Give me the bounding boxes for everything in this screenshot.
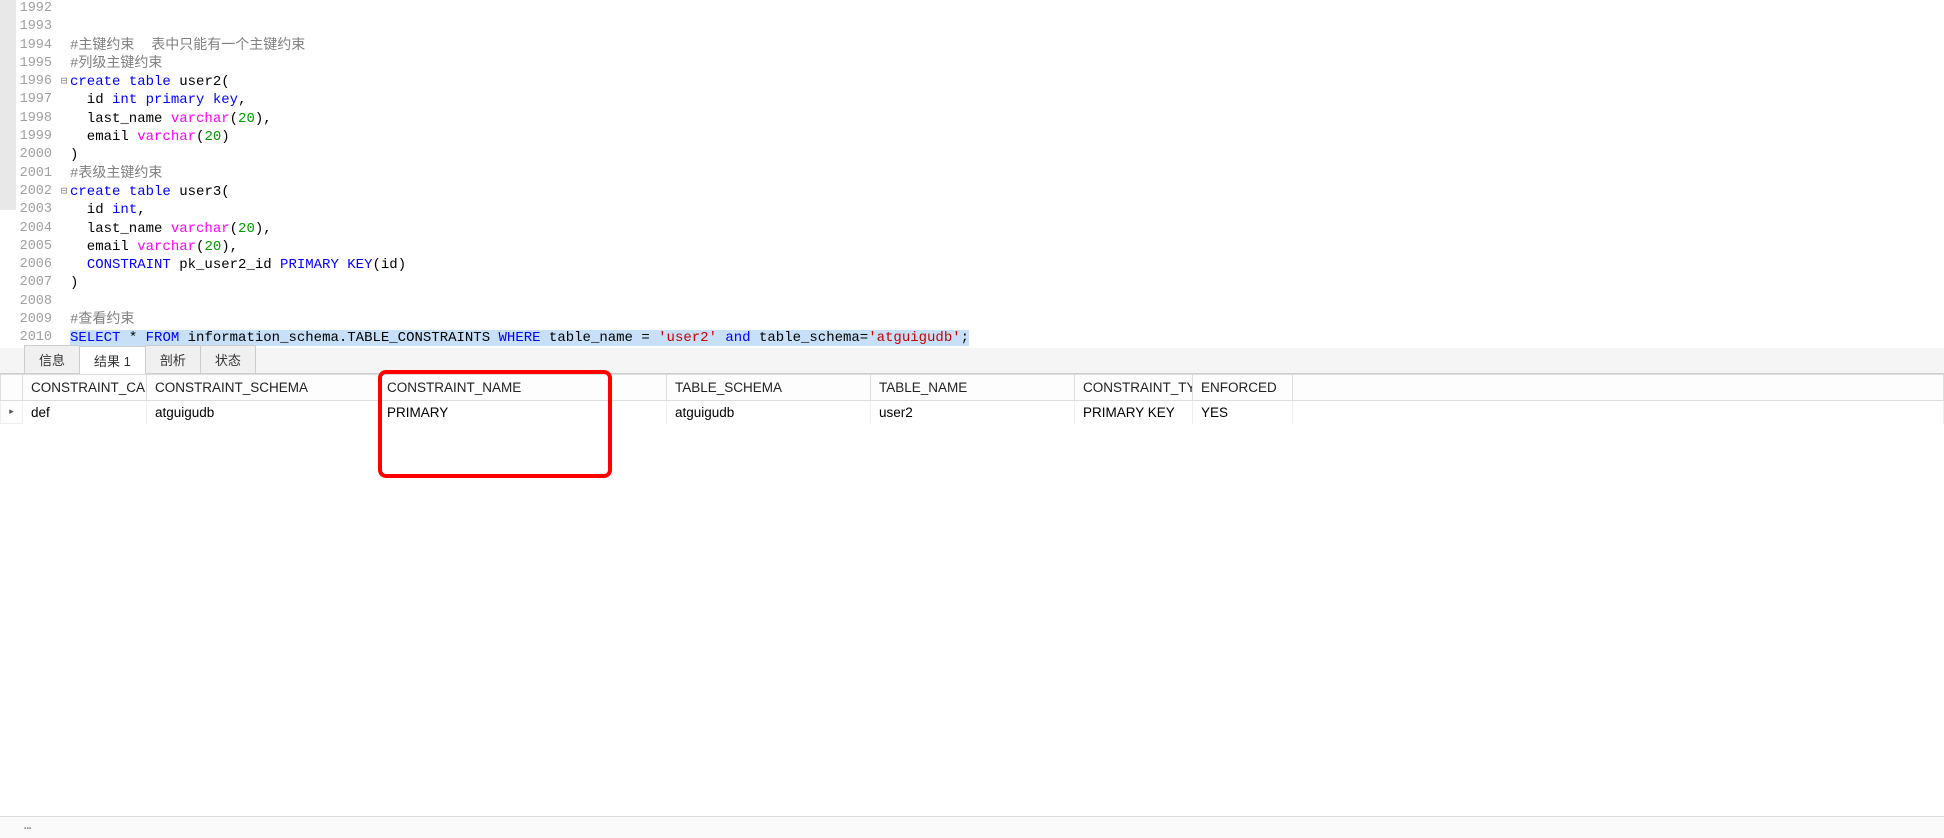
results-table[interactable]: CONSTRAINT_CACONSTRAINT_SCHEMACONSTRAINT… — [0, 374, 1944, 425]
fold-marker — [58, 0, 70, 18]
code-line[interactable]: create table user2( — [70, 73, 1944, 91]
column-header[interactable]: CONSTRAINT_CA — [23, 374, 147, 400]
table-row[interactable]: ▸defatguigudbPRIMARYatguigudbuser2PRIMAR… — [1, 400, 1944, 424]
fold-marker — [58, 165, 70, 183]
cell[interactable]: PRIMARY KEY — [1075, 400, 1193, 424]
fold-marker — [58, 128, 70, 146]
code-content[interactable]: #主键约束 表中只能有一个主键约束#列级主键约束create table use… — [70, 0, 1944, 348]
code-line[interactable]: #列级主键约束 — [70, 55, 1944, 73]
fold-marker — [58, 201, 70, 219]
code-editor[interactable]: 1992199319941995199619971998199920002001… — [0, 0, 1944, 348]
code-line[interactable]: last_name varchar(20), — [70, 220, 1944, 238]
fold-marker — [58, 18, 70, 36]
tab-信息[interactable]: 信息 — [24, 345, 80, 373]
status-bar: ⋯ — [0, 816, 1944, 838]
tab-结果 1[interactable]: 结果 1 — [79, 346, 146, 374]
column-header[interactable]: CONSTRAINT_TY — [1075, 374, 1193, 400]
code-line[interactable] — [70, 293, 1944, 311]
code-line[interactable]: id int, — [70, 201, 1944, 219]
code-line[interactable]: last_name varchar(20), — [70, 110, 1944, 128]
results-tabs: 信息结果 1剖析状态 — [0, 348, 1944, 374]
fold-marker — [58, 274, 70, 292]
line-number: 2005 — [0, 238, 52, 256]
results-panel: CONSTRAINT_CACONSTRAINT_SCHEMACONSTRAINT… — [0, 374, 1944, 425]
code-line[interactable]: SELECT * FROM information_schema.TABLE_C… — [70, 329, 1944, 347]
code-line[interactable]: create table user3( — [70, 183, 1944, 201]
tab-状态[interactable]: 状态 — [200, 345, 256, 373]
code-line[interactable]: id int primary key, — [70, 91, 1944, 109]
fold-marker — [58, 311, 70, 329]
cell[interactable]: user2 — [871, 400, 1075, 424]
code-line[interactable] — [70, 18, 1944, 36]
cell[interactable]: atguigudb — [147, 400, 379, 424]
line-number: 2004 — [0, 220, 52, 238]
fold-marker — [58, 256, 70, 274]
fold-marker — [58, 55, 70, 73]
column-header[interactable]: TABLE_NAME — [871, 374, 1075, 400]
fold-marker — [58, 238, 70, 256]
code-line[interactable]: ) — [70, 274, 1944, 292]
line-number: 2006 — [0, 256, 52, 274]
fold-marker — [58, 220, 70, 238]
line-number: 2007 — [0, 274, 52, 292]
column-header[interactable]: CONSTRAINT_NAME — [379, 374, 667, 400]
fold-marker[interactable]: ⊟ — [58, 183, 70, 201]
fold-marker — [58, 110, 70, 128]
column-header[interactable]: TABLE_SCHEMA — [667, 374, 871, 400]
code-line[interactable]: email varchar(20) — [70, 128, 1944, 146]
code-line[interactable]: #主键约束 表中只能有一个主键约束 — [70, 37, 1944, 55]
cell[interactable]: def — [23, 400, 147, 424]
code-line[interactable] — [70, 0, 1944, 18]
fold-marker[interactable]: ⊟ — [58, 73, 70, 91]
line-number: 2008 — [0, 293, 52, 311]
code-line[interactable]: #表级主键约束 — [70, 165, 1944, 183]
code-line[interactable]: email varchar(20), — [70, 238, 1944, 256]
column-header[interactable]: CONSTRAINT_SCHEMA — [147, 374, 379, 400]
fold-marker — [58, 146, 70, 164]
code-line[interactable]: #查看约束 — [70, 311, 1944, 329]
fold-marker — [58, 37, 70, 55]
fold-marker — [58, 293, 70, 311]
cell[interactable]: YES — [1193, 400, 1293, 424]
fold-marker — [58, 91, 70, 109]
column-header[interactable]: ENFORCED — [1193, 374, 1293, 400]
editor-margin-strip — [0, 0, 16, 210]
fold-gutter[interactable]: ⊟⊟ — [58, 0, 70, 348]
status-icon: ⋯ — [24, 821, 38, 835]
row-marker: ▸ — [1, 400, 23, 424]
code-line[interactable]: ) — [70, 146, 1944, 164]
tab-剖析[interactable]: 剖析 — [145, 345, 201, 373]
line-number: 2009 — [0, 311, 52, 329]
code-line[interactable]: CONSTRAINT pk_user2_id PRIMARY KEY(id) — [70, 256, 1944, 274]
cell[interactable]: PRIMARY — [379, 400, 667, 424]
cell[interactable]: atguigudb — [667, 400, 871, 424]
